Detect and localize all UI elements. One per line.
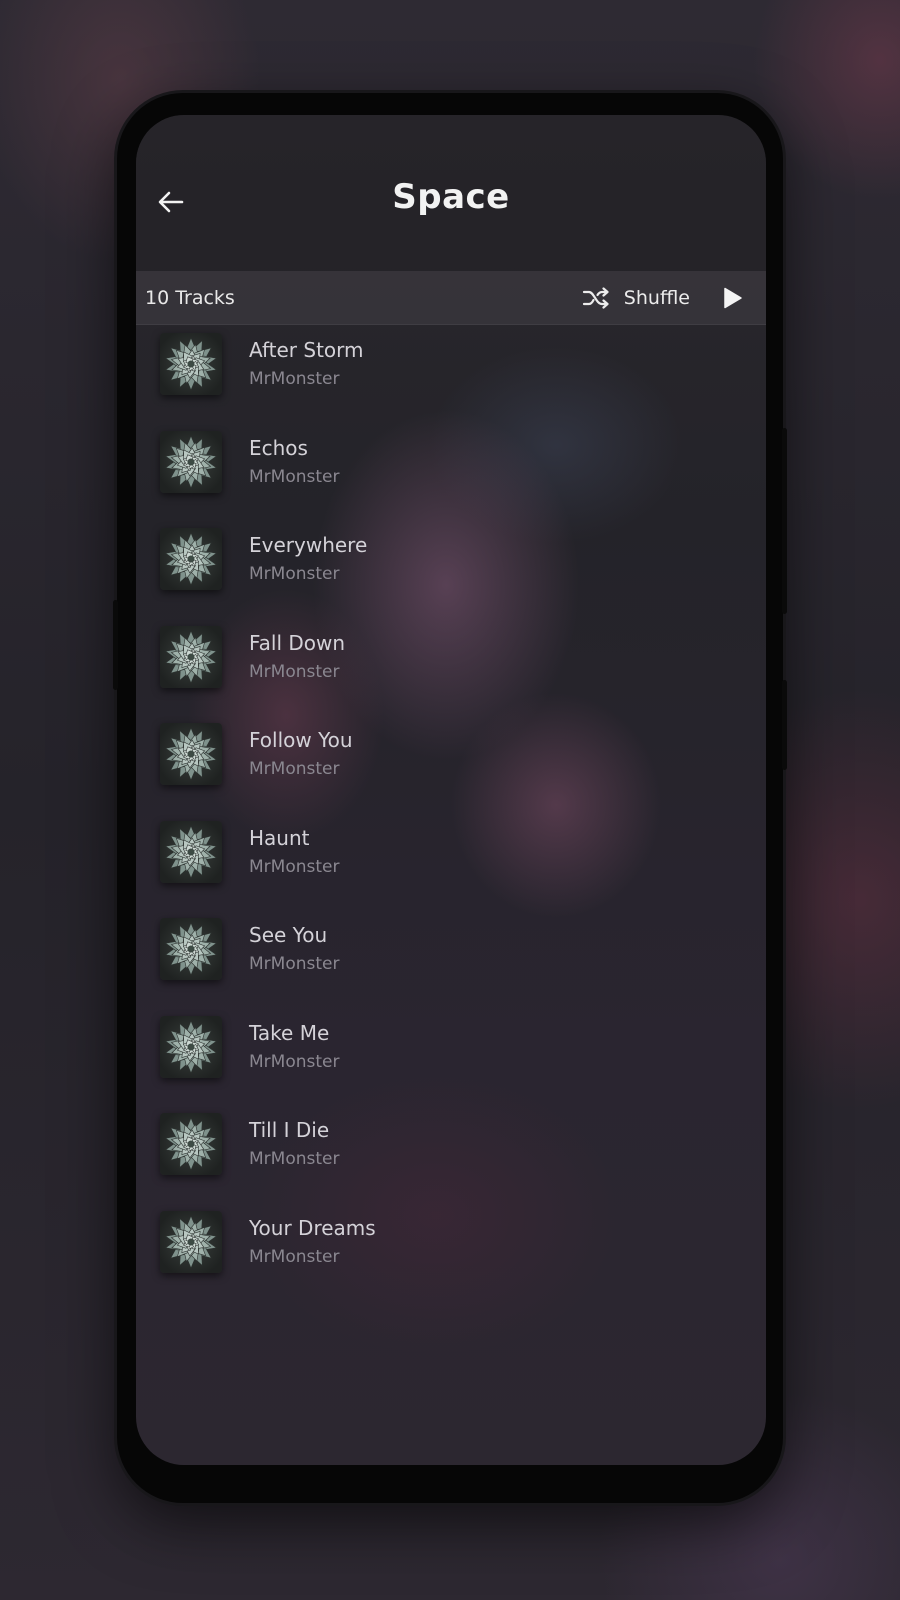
album-art [160,918,222,980]
phone-side-button [782,680,787,770]
album-art [160,820,222,883]
track-title: Take Me [249,1020,330,1045]
track-artist: MrMonster [249,466,340,487]
track-artist: MrMonster [249,1149,340,1169]
track-row[interactable]: After Storm MrMonster [136,331,766,429]
album-art [160,430,222,493]
album-art [160,723,222,785]
album-art [160,528,222,590]
track-artist: MrMonster [249,1051,340,1072]
shuffle-button[interactable]: Shuffle [582,287,690,309]
track-row[interactable]: See You MrMonster [136,916,766,1014]
track-title: After Storm [249,338,364,362]
phone-power-button [782,428,787,614]
app-screen: Space 10 Tracks Shuffle After Storm MrMon… [136,115,766,1465]
track-artist: MrMonster [249,759,340,779]
track-title: Your Dreams [249,1215,376,1240]
track-count: 10 Tracks [145,286,235,309]
track-row[interactable]: Everywhere MrMonster [136,526,766,624]
shuffle-label: Shuffle [623,286,690,309]
track-title: Everywhere [249,533,368,557]
play-icon [724,287,742,308]
phone-volume-button [113,600,118,690]
track-title: Fall Down [249,630,346,655]
album-art [160,333,222,395]
track-row[interactable]: Take Me MrMonster [136,1014,766,1112]
album-art [160,625,222,688]
track-row[interactable]: Your Dreams MrMonster [136,1209,766,1307]
track-artist: MrMonster [249,856,340,877]
track-title: Follow You [249,728,353,752]
track-title: Echos [249,435,308,460]
track-row[interactable]: Fall Down MrMonster [136,624,766,722]
play-all-button[interactable] [722,286,744,310]
track-row[interactable]: Follow You MrMonster [136,721,766,819]
track-row[interactable]: Echos MrMonster [136,429,766,527]
track-artist: MrMonster [249,661,340,682]
header: Space [136,115,766,271]
album-art [160,1015,222,1078]
track-row[interactable]: Haunt MrMonster [136,819,766,917]
track-row[interactable]: Till I Die MrMonster [136,1111,766,1209]
tracks-toolbar: 10 Tracks Shuffle [136,271,766,325]
shuffle-icon [582,286,609,309]
track-artist: MrMonster [249,954,340,974]
album-art [160,1210,222,1273]
album-art [160,1113,222,1175]
track-title: Haunt [249,825,310,850]
track-title: Till I Die [249,1118,330,1142]
track-artist: MrMonster [249,564,340,584]
track-title: See You [249,923,328,947]
track-artist: MrMonster [249,1246,340,1267]
track-list: After Storm MrMonster Echos MrMonster Everyw… [136,331,766,1306]
page-title: Space [392,177,510,217]
track-artist: MrMonster [249,369,340,389]
